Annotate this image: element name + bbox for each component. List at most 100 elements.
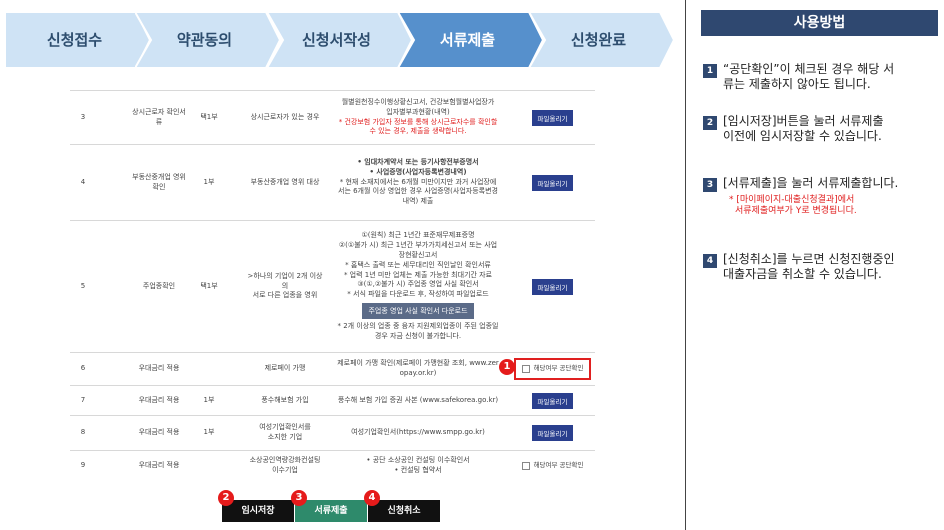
step-1: 신청접수	[5, 12, 152, 68]
document-description-line: 경우 자금 신청이 불가합니다.	[374, 331, 462, 340]
document-count: 택1부	[200, 281, 218, 290]
document-description-line: * 홈택스 출력 또는 세무대리인 직인날인 확인서류	[345, 260, 491, 269]
document-type-line: 류	[155, 117, 163, 126]
row-number: 5	[80, 281, 86, 290]
guide-text: [서류제출]을 눌러 서류제출합니다.	[723, 176, 938, 191]
submission-condition: 상시근로자가 있는 경우	[245, 91, 325, 144]
agency-check[interactable]: 해당여부 공단확인	[521, 460, 584, 470]
row-number: 9	[80, 460, 86, 469]
row-action: 해당여부 공단확인	[510, 353, 595, 385]
guide-text-line: 류는 제출하지 않아도 됩니다.	[723, 77, 871, 91]
submission-condition: 부동산중개업 영위 대상	[245, 145, 325, 220]
guide-text-line: [서류제출]을 눌러 서류제출합니다.	[723, 176, 899, 190]
guide-number: 4	[703, 254, 717, 268]
required-documents: 월별원천징수이행상황신고서, 건강보험월별사업장가 입자별부과현황(내역) * 건강…	[328, 91, 508, 144]
document-description-line: ②(①불가 시) 최근 1년간 부가가치세신고서 또는 사업	[338, 241, 498, 250]
document-description-line: 풍수해 보험 가입 증권 사본 (www.safekorea.go.kr)	[337, 395, 499, 404]
step-label: 신청완료	[570, 31, 627, 49]
row-action: 파일올리기	[510, 386, 595, 415]
row-number: 8	[80, 428, 86, 437]
document-type: 우대금리 적용	[126, 386, 192, 415]
document-description-line: * 업력 1년 미만 업체는 제출 가능한 최대기간 자료	[343, 270, 493, 279]
document-description-line: 제로페이 가맹 확인(제로페이 가맹현황 조회, www.zer	[337, 359, 499, 368]
file-upload-button[interactable]: 파일올리기	[531, 174, 574, 191]
document-count: 택1부	[200, 112, 218, 121]
guide-text: [임시저장]버튼을 눌러 서류제출 이전에 임시저장할 수 있습니다.	[723, 114, 938, 144]
document-description-line: 내역) 제출	[402, 197, 434, 206]
action-button-1[interactable]: 임시저장	[222, 500, 294, 522]
table-row: 9 우대금리 적용 소상공인역량강화컨설팅 이수기업 • 공단 소상공인 컨설팅 이수확…	[70, 450, 595, 480]
checkbox[interactable]	[521, 365, 530, 373]
row-action: 파일올리기	[510, 91, 595, 144]
table-row: 4 부동산중개업 영위 확인 1부 부동산중개업 영위 대상 • 임대차계약서 또는 등기…	[70, 144, 595, 220]
condition-line: 상시근로자가 있는 경우	[250, 112, 320, 121]
guide-text: “공단확인”이 체크된 경우 해당 서 류는 제출하지 않아도 됩니다.	[723, 62, 938, 92]
condition-line: 풍수해보험 가입	[261, 395, 309, 404]
required-documents: 여성기업확인서(https://www.smpp.go.kr)	[328, 416, 508, 450]
submission-condition: 제로페이 가맹	[245, 353, 325, 385]
guide-text-line: “공단확인”이 체크된 경우 해당 서	[723, 62, 895, 76]
condition-line: 서로 다른 업종을 영위	[252, 291, 318, 300]
document-description-line: * 2개 이상의 업종 중 융자 지원제외업종이 주된 업종일	[337, 321, 499, 330]
guide-number: 3	[703, 178, 717, 192]
action-button-2[interactable]: 서류제출	[295, 500, 367, 522]
document-type: 부동산중개업 영위 확인	[126, 145, 192, 220]
document-count: 1부	[203, 395, 215, 404]
submission-condition: 여성기업확인서를 소지한 기업	[245, 416, 325, 450]
step-label: 약관동의	[176, 31, 233, 49]
submission-condition: >하나의 기업이 2개 이상의 서로 다른 업종을 영위	[245, 221, 325, 352]
guide-note-line: 서류제출여부가 Y로 변경됩니다.	[735, 206, 857, 216]
agency-check-label: 해당여부 공단확인	[533, 460, 584, 469]
table-row: 8 우대금리 적용 1부 여성기업확인서를 소지한 기업 여성기업확인서(https://…	[70, 415, 595, 450]
guide-note: * [마이페이지-대출신청결과]에서 서류제출여부가 Y로 변경됩니다.	[729, 195, 938, 217]
row-action: 파일올리기	[510, 416, 595, 450]
document-description-line: 입자별부과현황(내역)	[386, 107, 450, 116]
step-3: 신청서작성	[267, 12, 414, 68]
document-description-line: 여성기업확인서(https://www.smpp.go.kr)	[351, 428, 485, 437]
required-documents: 풍수해 보험 가입 증권 사본 (www.safekorea.go.kr)	[328, 386, 508, 415]
document-type-line: 우대금리 적용	[138, 364, 180, 373]
condition-line: 이수기업	[272, 465, 298, 474]
condition-line: >하나의 기업이 2개 이상의	[247, 271, 323, 290]
condition-line: 제로페이 가맹	[264, 364, 306, 373]
document-count: 1부	[203, 428, 215, 437]
action-button-3[interactable]: 신청취소	[368, 500, 440, 522]
document-description-line: ①(원칙) 최근 1년간 표준재무제표증명	[361, 231, 475, 240]
step-label: 서류제출	[439, 31, 496, 49]
table-row: 5 주업종확인 택1부 >하나의 기업이 2개 이상의 서로 다른 업종을 영위 ①(원칙…	[70, 220, 595, 352]
guide-item-1: 1 “공단확인”이 체크된 경우 해당 서 류는 제출하지 않아도 됩니다.	[703, 62, 938, 92]
guide-text: [신청취소]를 누르면 신청진행중인 대출자금을 취소할 수 있습니다.	[723, 252, 938, 282]
checkbox[interactable]	[521, 461, 530, 470]
document-description-line: 장현황신고서	[398, 251, 438, 259]
document-type-line: 우대금리 적용	[138, 428, 180, 437]
agency-check-label: 해당여부 공단확인	[533, 364, 584, 373]
guide-item-2: 2 [임시저장]버튼을 눌러 서류제출 이전에 임시저장할 수 있습니다.	[703, 114, 938, 144]
document-description-line: • 공단 소상공인 컨설팅 이수확인서	[366, 455, 470, 464]
document-description-line: • 컨설팅 협약서	[394, 465, 442, 474]
condition-line: 여성기업확인서를	[259, 423, 311, 432]
step-5: 신청완료	[529, 12, 676, 68]
document-description-line: opay.or.kr)	[399, 369, 437, 377]
document-description-line: ③(①,②불가 시) 주업종 영업 사실 확인서	[357, 280, 479, 289]
table-row: 7 우대금리 적용 1부 풍수해보험 가입 풍수해 보험 가입 증권 사본 (www.s…	[70, 385, 595, 415]
document-type-line: 확인	[152, 182, 166, 191]
form-download-button[interactable]: 주업종 영업 사실 확인서 다운로드	[362, 302, 474, 319]
document-description-line: 월별원천징수이행상황신고서, 건강보험월별사업장가	[341, 97, 495, 106]
file-upload-button[interactable]: 파일올리기	[531, 278, 574, 295]
document-type-line: 우대금리 적용	[138, 395, 180, 404]
condition-line: 부동산중개업 영위 대상	[250, 177, 320, 186]
row-action: 파일올리기	[510, 145, 595, 220]
document-count	[195, 353, 223, 385]
action-buttons: 임시저장 서류제출 신청취소	[222, 500, 442, 522]
row-action: 해당여부 공단확인	[510, 451, 595, 480]
document-description-line: • 사업증명(사업자등록변경내역)	[369, 167, 467, 176]
document-type-line: 상시근로자 확인서	[132, 107, 186, 116]
step-label: 신청접수	[46, 31, 103, 49]
guide-text-line: [신청취소]를 누르면 신청진행중인	[723, 252, 895, 266]
file-upload-button[interactable]: 파일올리기	[531, 109, 574, 126]
agency-check[interactable]: 해당여부 공단확인	[513, 358, 592, 380]
document-type: 우대금리 적용	[126, 416, 192, 450]
required-documents: • 임대차계약서 또는 등기사항전부증명서 • 사업증명(사업자등록변경내역) * …	[328, 145, 508, 220]
file-upload-button[interactable]: 파일올리기	[531, 425, 574, 441]
file-upload-button[interactable]: 파일올리기	[531, 392, 574, 409]
